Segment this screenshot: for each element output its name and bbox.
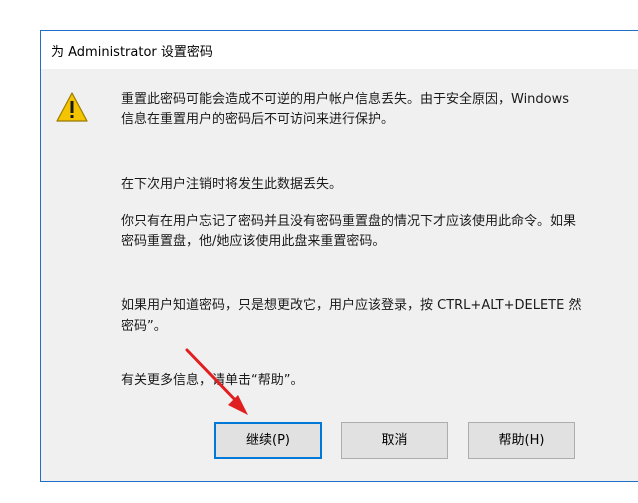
message-line: 密码”。 bbox=[121, 319, 167, 334]
message-line: 密码重置盘，他/她应该使用此盘来重置密码。 bbox=[121, 234, 386, 249]
set-password-dialog: 为 Administrator 设置密码 重置此密码可能会造成不可逆的用户帐户信… bbox=[40, 30, 638, 482]
title-bar[interactable]: 为 Administrator 设置密码 bbox=[41, 31, 638, 69]
message-line: 如果用户知道密码，只是想更改它，用户应该登录，按 CTRL+ALT+DELETE… bbox=[121, 298, 582, 313]
help-button[interactable]: 帮助(H) bbox=[468, 422, 575, 459]
message-line: 你只有在用户忘记了密码并且没有密码重置盘的情况下才应该使用此命令。如果 bbox=[121, 214, 577, 229]
message-line: 信息在重置用户的密码后不可访问来进行保护。 bbox=[121, 112, 395, 127]
continue-button[interactable]: 继续(P) bbox=[214, 422, 322, 459]
message-line: 重置此密码可能会造成不可逆的用户帐户信息丢失。由于安全原因，Windows bbox=[121, 92, 570, 107]
window-title: 为 Administrator 设置密码 bbox=[51, 45, 213, 60]
message-line: 在下次用户注销时将发生此数据丢失。 bbox=[121, 177, 343, 192]
cancel-button[interactable]: 取消 bbox=[341, 422, 448, 459]
message-line: 有关更多信息，请单击“帮助”。 bbox=[121, 373, 304, 388]
warning-icon bbox=[56, 92, 88, 122]
